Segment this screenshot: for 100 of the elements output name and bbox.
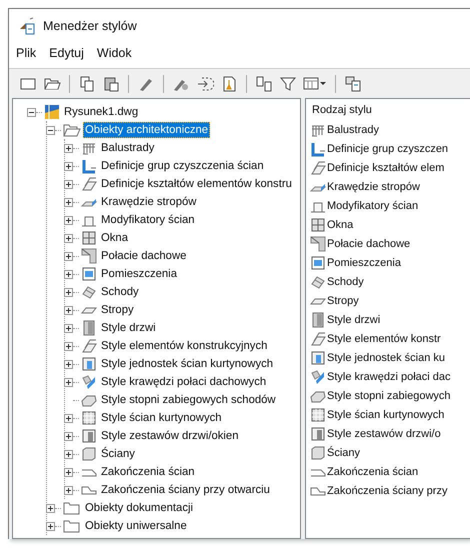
list-item[interactable]: Definicje grup czyszczen: [327, 142, 448, 154]
drawing-file-icon: [44, 104, 60, 120]
room-icon: [310, 254, 326, 270]
expand-toggle[interactable]: [64, 378, 73, 386]
expand-toggle[interactable]: [64, 306, 73, 314]
tree-item[interactable]: Definicje kształtów elementów konstru: [99, 176, 294, 192]
expand-toggle[interactable]: [64, 216, 73, 224]
list-item[interactable]: Style jednostek ścian ku: [327, 352, 446, 364]
beam-icon: [310, 330, 326, 346]
tree-item[interactable]: Obiekty dokumentacji: [83, 500, 195, 516]
list-item[interactable]: Połacie dachowe: [327, 238, 410, 250]
tree-item[interactable]: Pomieszczenia: [99, 266, 179, 282]
tree-item[interactable]: Rysunek1.dwg: [62, 104, 140, 120]
list-item[interactable]: Definicje kształtów elem: [327, 162, 444, 174]
list-item[interactable]: Pomieszczenia: [327, 256, 401, 268]
tree-item[interactable]: Definicje grup czyszczenia ścian: [99, 158, 266, 174]
copy-icon[interactable]: [78, 75, 96, 93]
menu-item[interactable]: Widok: [96, 46, 132, 60]
app-icon: [19, 17, 37, 35]
expand-toggle[interactable]: [64, 288, 73, 296]
tree-item[interactable]: Style jednostek ścian kurtynowych: [99, 356, 276, 372]
tree-item[interactable]: Style zestawów drzwi/okien: [99, 428, 240, 444]
paste-icon[interactable]: [102, 75, 120, 93]
dashed-arrow-icon[interactable]: [196, 75, 214, 93]
expand-toggle[interactable]: [64, 180, 73, 188]
expand-toggle[interactable]: [64, 468, 73, 476]
tree-item[interactable]: Schody: [99, 284, 141, 300]
expand-toggle[interactable]: [64, 144, 73, 152]
expand-toggle[interactable]: [64, 234, 73, 242]
curtain-unit-icon: [310, 350, 326, 366]
window-icon: [81, 230, 97, 246]
roof-icon: [81, 248, 97, 264]
room-icon: [81, 266, 97, 282]
list-item[interactable]: Stropy: [327, 294, 359, 306]
expand-toggle[interactable]: [46, 522, 55, 530]
tree-item[interactable]: Style drzwi: [99, 320, 158, 336]
corner-icon: [310, 140, 326, 156]
expand-toggle[interactable]: [46, 504, 55, 512]
expand-toggle[interactable]: [64, 162, 73, 170]
expand-toggle[interactable]: [64, 450, 73, 458]
tree-item[interactable]: Style elementów konstrukcyjnych: [99, 338, 270, 354]
filter-icon[interactable]: [279, 75, 297, 93]
expand-toggle[interactable]: [64, 432, 73, 440]
corner-icon: [81, 158, 97, 174]
tree-item[interactable]: Style ścian kurtynowych: [99, 410, 224, 426]
toggle-view-icon[interactable]: [344, 75, 362, 93]
menu-item[interactable]: Plik: [16, 46, 36, 60]
grid-icon: [310, 406, 326, 422]
list-item[interactable]: Style stopni zabiegowych: [327, 390, 451, 402]
stairs-icon: [81, 284, 97, 300]
list-item[interactable]: Style krawędzi połaci dac: [327, 370, 451, 382]
list-item[interactable]: Modyfikatory ścian: [327, 200, 418, 212]
list-item[interactable]: Zakończenia ściany przy: [327, 484, 448, 496]
menu-item[interactable]: Edytuj: [49, 46, 84, 60]
list-item[interactable]: Style drzwi: [327, 314, 380, 326]
expand-toggle[interactable]: [64, 324, 73, 332]
folder-icon: [63, 500, 81, 516]
folder-icon: [63, 518, 81, 534]
door-window-icon: [81, 428, 97, 444]
window-icon: [310, 216, 326, 232]
tree-item[interactable]: Style stopni zabiegowych schodów: [99, 392, 278, 408]
wall-icon: [310, 444, 326, 460]
tree-item[interactable]: Okna: [99, 230, 130, 246]
expand-toggle[interactable]: [46, 126, 55, 134]
list-item[interactable]: Style ścian kurtynowych: [327, 408, 444, 420]
tree-item[interactable]: Style krawędzi połaci dachowych: [99, 374, 268, 390]
roof-edge-icon: [310, 368, 326, 384]
list-item[interactable]: Balustrady: [327, 124, 379, 136]
list-item[interactable]: Style elementów konstr: [327, 332, 441, 344]
list-item[interactable]: Ściany: [327, 446, 360, 458]
tree-item[interactable]: Krawędzie stropów: [99, 194, 198, 210]
expand-toggle[interactable]: [64, 198, 73, 206]
beam-icon: [81, 338, 97, 354]
door-icon: [310, 312, 326, 328]
expand-toggle[interactable]: [64, 360, 73, 368]
tree-item[interactable]: Zakończenia ścian: [99, 464, 197, 480]
tree-item[interactable]: Ściany: [99, 446, 137, 462]
expand-toggle[interactable]: [64, 342, 73, 350]
column-header[interactable]: Rodzaj stylu: [310, 101, 470, 119]
window-title: Menedżer stylów: [43, 19, 137, 33]
expand-toggle[interactable]: [64, 414, 73, 422]
wall-icon: [81, 446, 97, 462]
collapse-toggle[interactable]: [27, 108, 36, 116]
tree-item[interactable]: Obiekty architektoniczne: [83, 122, 210, 138]
list-item[interactable]: Schody: [327, 276, 364, 288]
tree-item[interactable]: Modyfikatory ścian: [99, 212, 197, 228]
door-window-icon: [310, 426, 326, 442]
expand-toggle[interactable]: [64, 252, 73, 260]
list-item[interactable]: Krawędzie stropów: [327, 180, 420, 192]
tree-item[interactable]: Balustrady: [99, 140, 156, 156]
list-item[interactable]: Okna: [327, 218, 354, 230]
expand-toggle[interactable]: [64, 270, 73, 278]
tree-item[interactable]: Obiekty uniwersalne: [83, 518, 189, 534]
tree-item[interactable]: Stropy: [99, 302, 136, 318]
expand-toggle[interactable]: [64, 486, 73, 494]
list-item[interactable]: Zakończenia ścian: [327, 466, 418, 478]
grid-icon: [81, 410, 97, 426]
tree-item[interactable]: Zakończenia ściany przy otwarciu: [99, 482, 272, 498]
list-item[interactable]: Style zestawów drzwi/o: [327, 428, 441, 440]
tree-item[interactable]: Połacie dachowe: [99, 248, 188, 264]
